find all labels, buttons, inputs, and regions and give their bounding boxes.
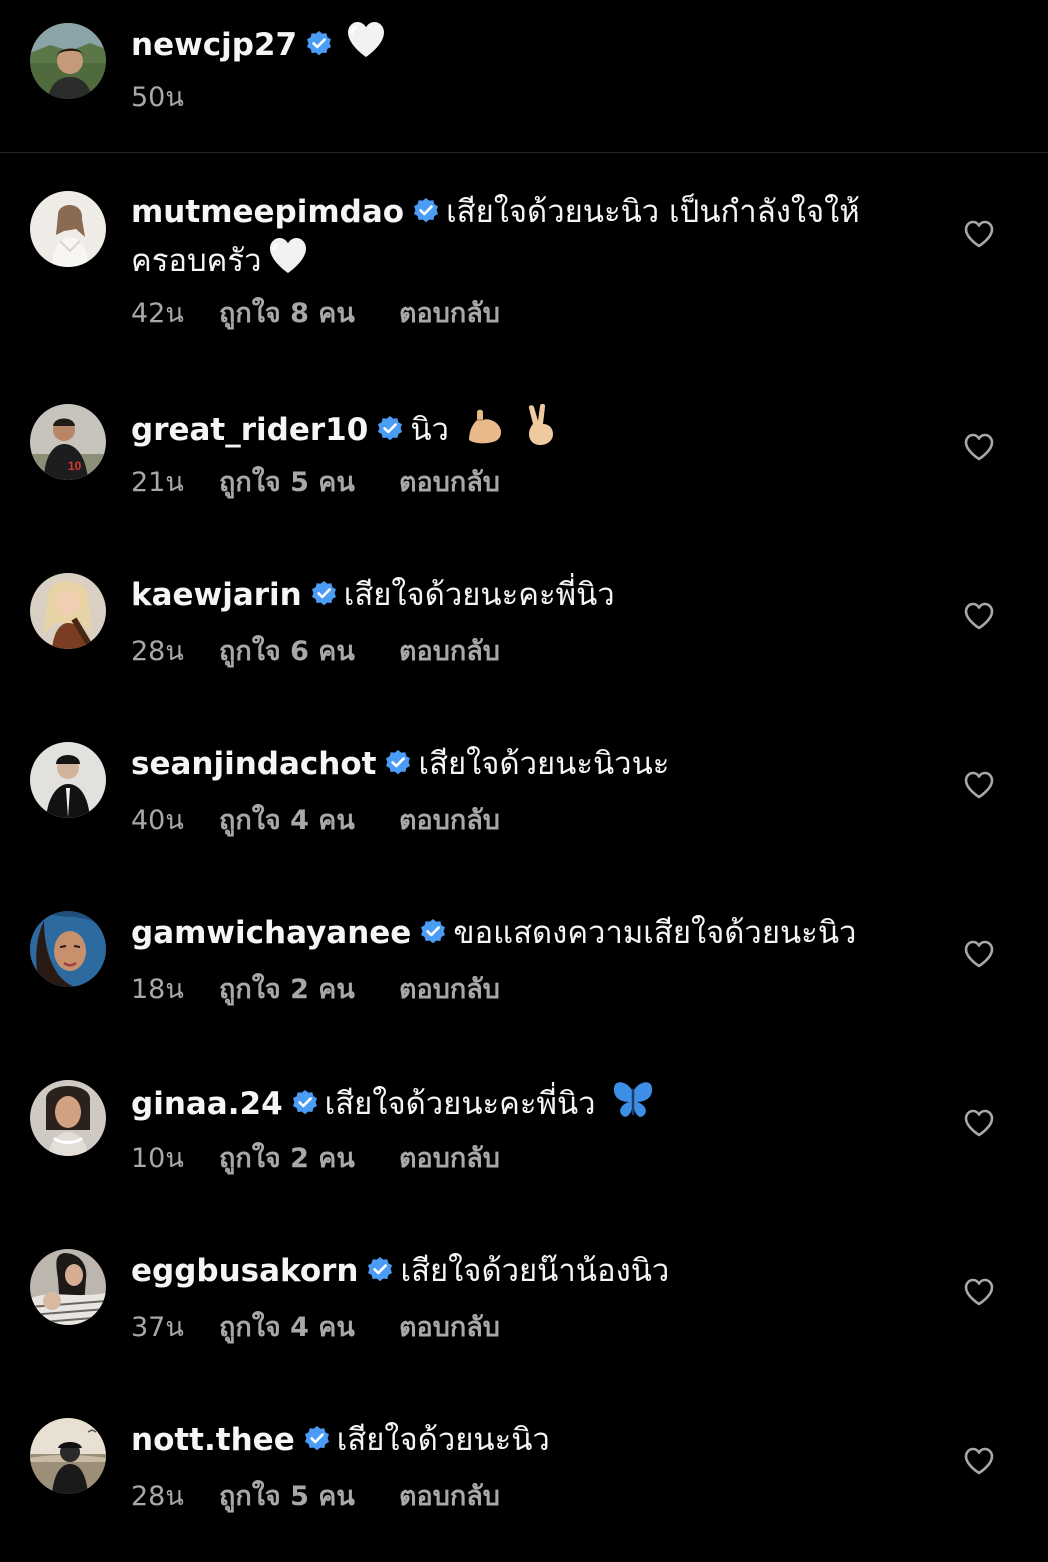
username[interactable]: kaewjarin <box>131 577 302 613</box>
username[interactable]: mutmeepimdao <box>131 194 404 230</box>
username[interactable]: great_rider10 <box>131 412 368 448</box>
avatar[interactable]: 10 <box>30 404 106 480</box>
comment-body-continued: ครอบครัว <box>131 243 262 279</box>
comment-meta: 28น ถูกใจ 6 คน ตอบกลับ <box>131 635 500 669</box>
username[interactable]: ginaa.24 <box>131 1086 283 1122</box>
comment-meta: 42น ถูกใจ 8 คน ตอบกลับ <box>131 297 500 331</box>
comment-text: nott.thee เสียใจด้วยนะนิว <box>131 1418 938 1463</box>
reply-button[interactable]: ตอบกลับ <box>399 804 500 838</box>
like-heart-icon[interactable] <box>963 939 995 969</box>
like-count[interactable]: ถูกใจ 6 คน <box>219 635 399 669</box>
like-heart-icon[interactable] <box>963 1108 995 1138</box>
avatar[interactable] <box>30 742 106 818</box>
username[interactable]: newcjp27 <box>131 27 297 63</box>
comment-body: เสียใจด้วยนะคะพี่นิว <box>324 1086 596 1122</box>
timestamp: 40น <box>131 805 184 836</box>
comment-body: นิว <box>410 412 449 448</box>
like-heart-icon[interactable] <box>963 1277 995 1307</box>
flexed-biceps-icon <box>468 409 501 444</box>
avatar[interactable] <box>30 191 106 267</box>
like-count[interactable]: ถูกใจ 4 คน <box>219 804 399 838</box>
comment-text: great_rider10 นิว <box>131 404 938 453</box>
like-heart-icon[interactable] <box>963 1446 995 1476</box>
verified-badge-icon <box>385 749 412 776</box>
reply-button[interactable]: ตอบกลับ <box>399 973 500 1007</box>
comment-body: เสียใจด้วยนะนิว เป็นกำลังใจให้ <box>446 194 860 230</box>
comment-body: เสียใจด้วยนะนิว <box>336 1422 550 1458</box>
reply-button[interactable]: ตอบกลับ <box>399 1480 500 1514</box>
like-count[interactable]: ถูกใจ 5 คน <box>219 466 399 500</box>
comment-meta: 10น ถูกใจ 2 คน ตอบกลับ <box>131 1142 500 1176</box>
like-count[interactable]: ถูกใจ 5 คน <box>219 1480 399 1514</box>
comment-text: gamwichayanee ขอแสดงความเสียใจด้วยนะนิว <box>131 911 938 956</box>
verified-badge-icon <box>305 30 333 57</box>
caption-line: newcjp27 <box>131 19 938 68</box>
avatar[interactable] <box>30 911 106 987</box>
svg-text:10: 10 <box>68 459 82 473</box>
timestamp: 37น <box>131 1312 184 1343</box>
comment-text: seanjindachot เสียใจด้วยนะนิวนะ <box>131 742 938 787</box>
like-count[interactable]: ถูกใจ 2 คน <box>219 973 399 1007</box>
comment-body: เสียใจด้วยน๊าน้องนิว <box>400 1253 670 1289</box>
comment-body: เสียใจด้วยนะคะพี่นิว <box>343 577 615 613</box>
victory-hand-icon <box>528 404 553 445</box>
comment-meta: 37น ถูกใจ 4 คน ตอบกลับ <box>131 1311 500 1345</box>
timestamp: 21น <box>131 467 184 498</box>
avatar[interactable] <box>30 1080 106 1156</box>
username[interactable]: eggbusakorn <box>131 1253 358 1289</box>
timestamp: 18น <box>131 974 184 1005</box>
like-count[interactable]: ถูกใจ 4 คน <box>219 1311 399 1345</box>
comment-text: eggbusakorn เสียใจด้วยน๊าน้องนิว <box>131 1249 938 1294</box>
verified-badge-icon <box>412 197 440 224</box>
timestamp: 10น <box>131 1143 184 1174</box>
post-caption: newcjp27 50น <box>0 0 1048 153</box>
verified-badge-icon <box>420 918 447 945</box>
timestamp: 28น <box>131 636 184 667</box>
avatar[interactable] <box>30 1418 106 1494</box>
avatar[interactable] <box>30 573 106 649</box>
timestamp: 42น <box>131 298 184 329</box>
like-heart-icon[interactable] <box>963 601 995 631</box>
comment-text: kaewjarin เสียใจด้วยนะคะพี่นิว <box>131 573 938 618</box>
white-heart-icon <box>346 20 386 59</box>
timestamp: 28น <box>131 1481 184 1512</box>
comment-text: mutmeepimdao เสียใจด้วยนะนิว เป็นกำลังใจใ… <box>131 190 938 284</box>
username[interactable]: nott.thee <box>131 1422 295 1458</box>
like-heart-icon[interactable] <box>963 432 995 462</box>
verified-badge-icon <box>377 415 404 442</box>
white-heart-icon <box>269 236 308 275</box>
like-count[interactable]: ถูกใจ 8 คน <box>219 297 399 331</box>
like-count[interactable]: ถูกใจ 2 คน <box>219 1142 399 1176</box>
verified-badge-icon <box>303 1425 331 1452</box>
butterfly-icon <box>614 1082 653 1117</box>
reply-button[interactable]: ตอบกลับ <box>399 1311 500 1345</box>
timestamp: 50น <box>131 82 184 113</box>
like-heart-icon[interactable] <box>963 219 995 249</box>
caption-meta: 50น <box>131 81 219 115</box>
verified-badge-icon <box>367 1256 394 1283</box>
avatar[interactable] <box>30 23 106 99</box>
comment-meta: 21น ถูกใจ 5 คน ตอบกลับ <box>131 466 500 500</box>
comment-body: เสียใจด้วยนะนิวนะ <box>418 746 670 782</box>
comment-meta: 18น ถูกใจ 2 คน ตอบกลับ <box>131 973 500 1007</box>
verified-badge-icon <box>310 580 338 607</box>
reply-button[interactable]: ตอบกลับ <box>399 635 500 669</box>
username[interactable]: seanjindachot <box>131 746 376 782</box>
reply-button[interactable]: ตอบกลับ <box>399 466 500 500</box>
comment-text: ginaa.24 เสียใจด้วยนะคะพี่นิว <box>131 1080 938 1127</box>
reply-button[interactable]: ตอบกลับ <box>399 297 500 331</box>
like-heart-icon[interactable] <box>963 770 995 800</box>
reply-button[interactable]: ตอบกลับ <box>399 1142 500 1176</box>
comment-meta: 40น ถูกใจ 4 คน ตอบกลับ <box>131 804 500 838</box>
username[interactable]: gamwichayanee <box>131 915 411 951</box>
verified-badge-icon <box>291 1089 318 1116</box>
comment-meta: 28น ถูกใจ 5 คน ตอบกลับ <box>131 1480 500 1514</box>
comment-body: ขอแสดงความเสียใจด้วยนะนิว <box>453 915 857 951</box>
avatar[interactable] <box>30 1249 106 1325</box>
